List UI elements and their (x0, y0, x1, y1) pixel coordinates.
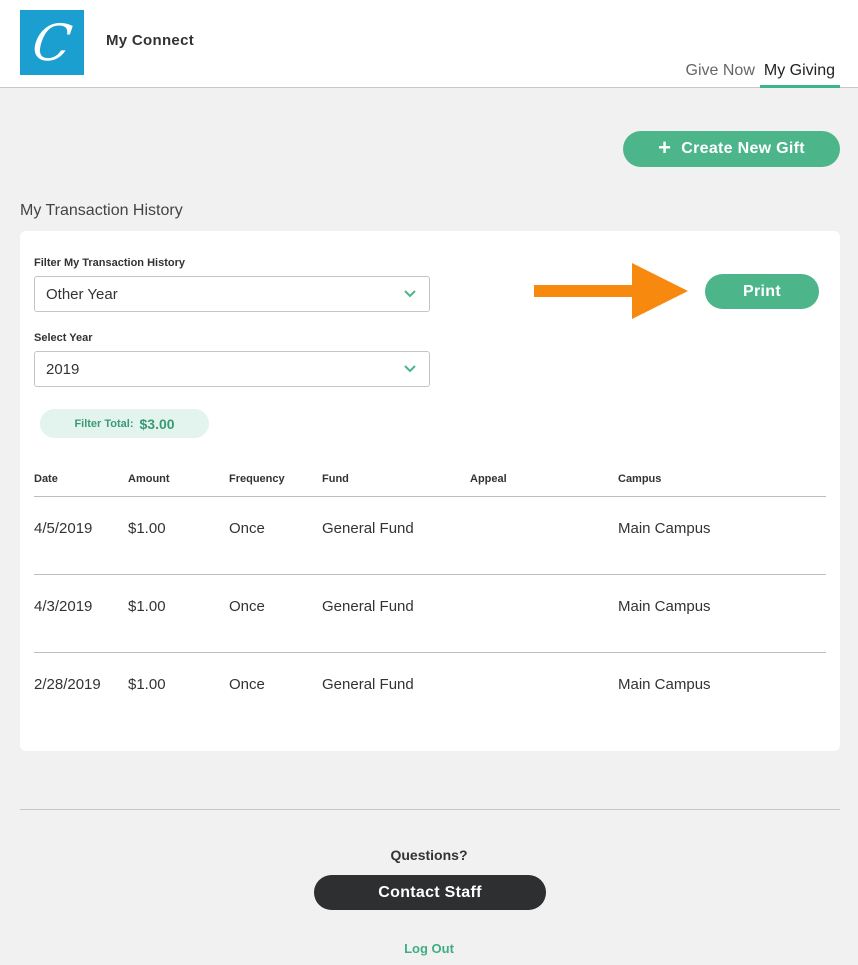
filter-select[interactable]: Other Year (34, 276, 430, 312)
table-row: 2/28/2019 $1.00 Once General Fund Main C… (34, 653, 826, 731)
year-select-value: 2019 (46, 360, 80, 378)
col-date: Date (34, 473, 58, 485)
col-fund: Fund (322, 473, 349, 485)
table-row: 4/5/2019 $1.00 Once General Fund Main Ca… (34, 497, 826, 575)
table-header: Date Amount Frequency Fund Appeal Campus (34, 468, 826, 497)
cell-frequency: Once (229, 520, 265, 537)
table-row: 4/3/2019 $1.00 Once General Fund Main Ca… (34, 575, 826, 653)
filter-label: Filter My Transaction History (34, 257, 185, 269)
transaction-history-card: Filter My Transaction History Other Year… (20, 231, 840, 751)
cell-campus: Main Campus (618, 598, 711, 615)
col-frequency: Frequency (229, 473, 285, 485)
nav-my-giving[interactable]: My Giving (759, 62, 840, 88)
cell-amount: $1.00 (128, 676, 166, 693)
filter-total-value: $3.00 (139, 415, 175, 432)
year-label: Select Year (34, 332, 93, 344)
logo[interactable]: C (20, 10, 84, 75)
filter-total-badge: Filter Total: $3.00 (40, 409, 209, 438)
cell-date: 4/5/2019 (34, 520, 93, 537)
section-title: My Transaction History (20, 202, 183, 219)
app-name: My Connect (106, 32, 195, 49)
plus-icon: + (658, 135, 672, 160)
log-out-link[interactable]: Log Out (0, 941, 858, 956)
cell-date: 2/28/2019 (34, 676, 101, 693)
chevron-down-icon (404, 290, 416, 298)
transaction-table: Date Amount Frequency Fund Appeal Campus… (34, 468, 826, 731)
cell-date: 4/3/2019 (34, 598, 93, 615)
cell-campus: Main Campus (618, 676, 711, 693)
site-header: C My Connect Give Now My Giving (0, 0, 858, 88)
col-campus: Campus (618, 473, 662, 485)
create-new-gift-button[interactable]: + Create New Gift (623, 131, 840, 167)
col-appeal: Appeal (470, 473, 507, 485)
contact-staff-button[interactable]: Contact Staff (314, 875, 546, 910)
footer-divider (20, 809, 840, 810)
logo-letter: C (28, 13, 76, 72)
chevron-down-icon (404, 365, 416, 373)
filter-select-value: Other Year (46, 285, 118, 303)
cell-campus: Main Campus (618, 520, 711, 537)
nav-give-now[interactable]: Give Now (682, 62, 760, 88)
cell-amount: $1.00 (128, 598, 166, 615)
year-select[interactable]: 2019 (34, 351, 430, 387)
col-amount: Amount (128, 473, 170, 485)
cell-frequency: Once (229, 676, 265, 693)
cell-amount: $1.00 (128, 520, 166, 537)
cell-frequency: Once (229, 598, 265, 615)
cell-fund: General Fund (322, 676, 414, 693)
create-new-gift-label: Create New Gift (681, 140, 805, 157)
print-button[interactable]: Print (705, 274, 819, 309)
arrow-right-icon (534, 263, 688, 319)
questions-label: Questions? (390, 847, 468, 863)
cell-fund: General Fund (322, 598, 414, 615)
main-nav: Give Now My Giving (682, 62, 840, 88)
filter-total-label: Filter Total: (74, 417, 134, 430)
cell-fund: General Fund (322, 520, 414, 537)
